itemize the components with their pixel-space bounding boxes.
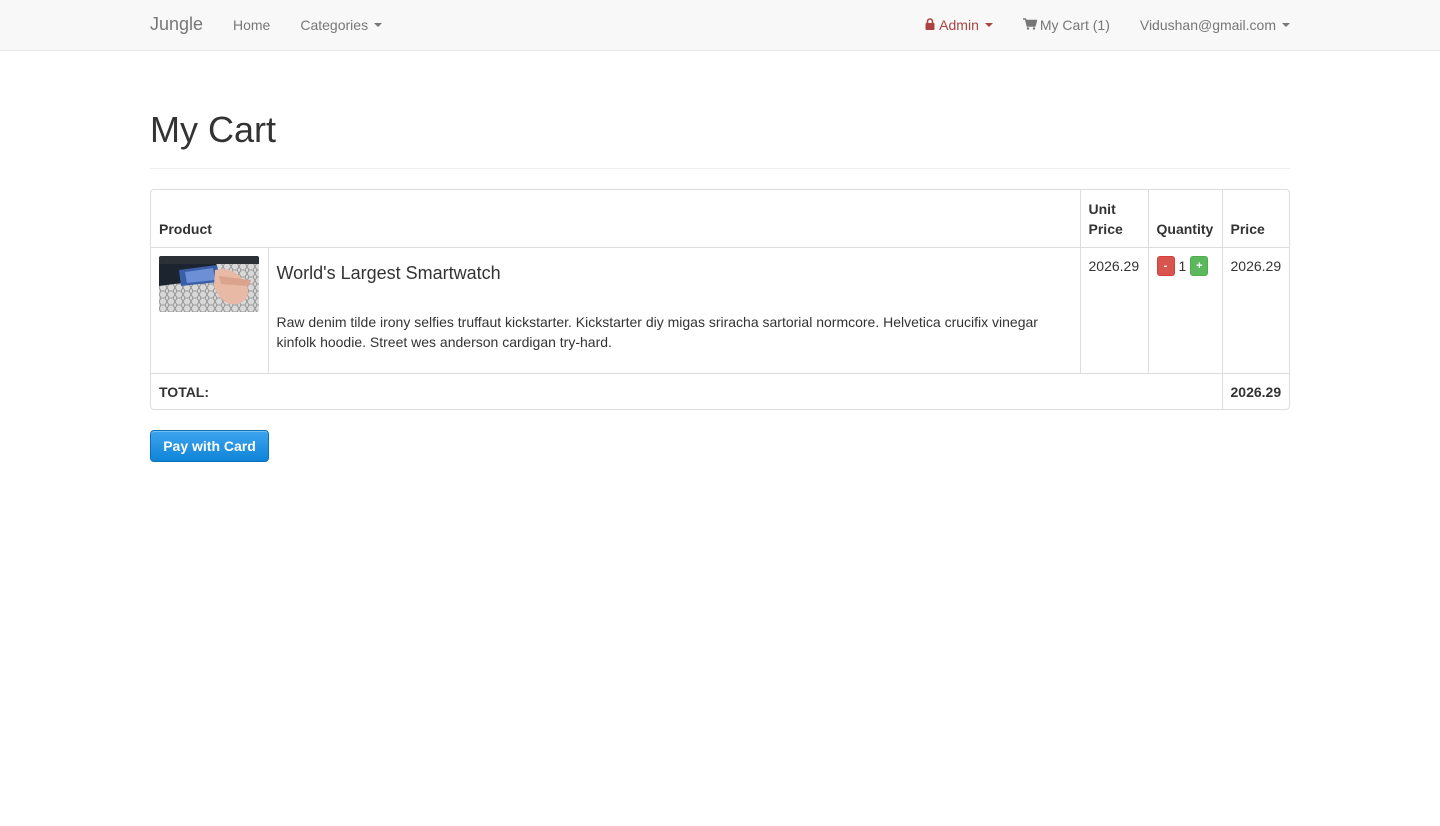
cart-table: Product Unit Price Quantity Price World'… [151, 190, 1289, 409]
nav-home-link[interactable]: Home [233, 0, 285, 50]
product-image-cell [151, 246, 269, 374]
page-title: My Cart [150, 109, 276, 150]
nav-user-dropdown[interactable]: Vidushan@gmail.com [1125, 0, 1290, 50]
nav-cart-label: My Cart (1) [1039, 17, 1110, 33]
nav-cart-link[interactable]: My Cart (1) [1008, 0, 1125, 50]
chevron-down-icon [1282, 23, 1290, 27]
nav-user-email: Vidushan@gmail.com [1139, 17, 1276, 33]
price-cell: 2026.29 [1221, 246, 1289, 374]
chevron-down-icon [984, 23, 993, 27]
brand-link[interactable]: Jungle [150, 14, 203, 35]
header-quantity: Quantity [1147, 190, 1223, 248]
decrease-quantity-button[interactable]: - [1156, 255, 1175, 276]
cart-table-panel: Product Unit Price Quantity Price World'… [150, 189, 1290, 410]
header-unit-price: Unit Price [1079, 190, 1149, 248]
header-product: Product [151, 190, 1081, 248]
nav-admin-label: Admin [939, 17, 979, 33]
product-image [159, 255, 259, 312]
table-row: World's Largest Smartwatch Raw denim til… [151, 246, 1289, 374]
quantity-stepper: - 1 + [1156, 255, 1214, 276]
chevron-down-icon [374, 23, 383, 27]
lock-icon [925, 18, 935, 30]
total-label: TOTAL: [151, 372, 1223, 409]
nav-home-label: Home [233, 17, 271, 33]
navbar-inner: Jungle Home Categories Admin My Cart (1)… [150, 0, 1290, 50]
pay-with-card-button[interactable]: Pay with Card [150, 430, 269, 462]
product-name: World's Largest Smartwatch [276, 262, 501, 283]
product-info-cell: World's Largest Smartwatch Raw denim til… [267, 246, 1081, 374]
nav-categories-label: Categories [300, 17, 369, 33]
nav-right: Admin My Cart (1) Vidushan@gmail.com [910, 0, 1290, 50]
quantity-cell: - 1 + [1147, 246, 1223, 374]
total-row: TOTAL: 2026.29 [151, 372, 1289, 409]
quantity-value: 1 [1178, 257, 1187, 274]
nav-admin-dropdown[interactable]: Admin [910, 0, 1008, 50]
header-price: Price [1221, 190, 1289, 248]
navbar: Jungle Home Categories Admin My Cart (1)… [0, 0, 1440, 51]
table-header-row: Product Unit Price Quantity Price [151, 190, 1289, 248]
product-description: Raw denim tilde irony selfies truffaut k… [276, 313, 1038, 350]
nav-left: Home Categories [233, 0, 397, 50]
nav-categories-dropdown[interactable]: Categories [285, 0, 397, 50]
page-header: My Cart [150, 80, 1290, 169]
increase-quantity-button[interactable]: + [1190, 255, 1209, 276]
unit-price-cell: 2026.29 [1079, 246, 1149, 374]
cart-icon [1022, 18, 1037, 30]
total-value: 2026.29 [1221, 372, 1289, 409]
